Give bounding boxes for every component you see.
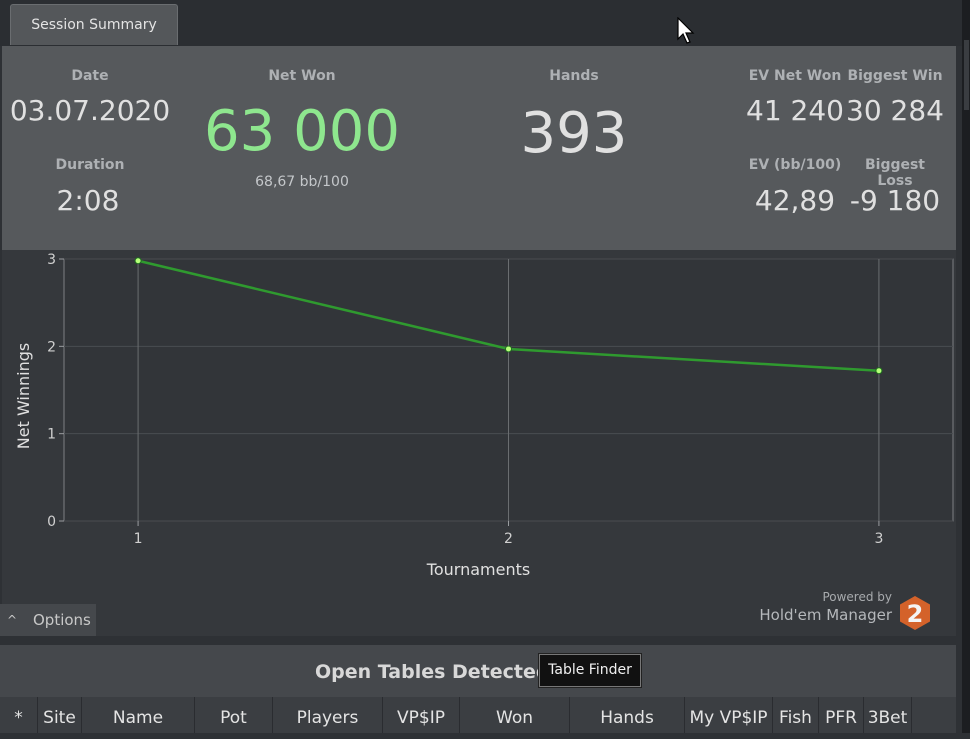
powered-by-text: Powered by (822, 590, 892, 604)
column-header-3[interactable]: Pot (195, 697, 273, 733)
column-header-6[interactable]: Won (460, 697, 570, 733)
tab-session-summary[interactable]: Session Summary (10, 4, 178, 45)
y-tick-label-0: 0 (47, 514, 56, 530)
y-tick-label-3: 3 (47, 252, 56, 268)
ev-bb100-label: EV (bb/100) (748, 157, 842, 173)
date-label: Date (71, 68, 109, 84)
scrollbar-thumb[interactable] (964, 40, 969, 110)
column-header-11[interactable]: 3Bet (864, 697, 912, 733)
y-tick-label-1: 1 (47, 427, 56, 443)
x-tick-label-2: 3 (874, 531, 883, 547)
column-header-4[interactable]: Players (273, 697, 383, 733)
ev-bb100-value: 42,89 (754, 184, 836, 217)
chart-panel: 0 1 2 3 1 2 3 Tournaments Net Winnings (2, 250, 956, 636)
biggest-win-label: Biggest Win (847, 68, 943, 84)
data-point-2 (875, 367, 883, 375)
hm2-logo-icon: 2 (900, 596, 930, 630)
x-axis-label: Tournaments (426, 560, 530, 579)
ev-net-won-value: 41 240 (746, 94, 844, 127)
product-name: Hold'em Manager (759, 606, 892, 624)
y-axis-label: Net Winnings (14, 343, 33, 449)
data-point-0 (134, 257, 142, 265)
column-header-8[interactable]: My VP$IP (685, 697, 773, 733)
column-header-0[interactable]: * (0, 697, 38, 733)
biggest-win-value: 30 284 (846, 94, 944, 127)
options-toggle[interactable]: ^ Options (0, 604, 96, 636)
mouse-cursor-icon (677, 17, 695, 44)
duration-label: Duration (55, 157, 125, 173)
open-tables-title: Open Tables Detected (315, 661, 550, 683)
column-header-7[interactable]: Hands (570, 697, 685, 733)
column-header-2[interactable]: Name (82, 697, 195, 733)
bb100-value: 68,67 bb/100 (255, 174, 349, 190)
x-tick-label-0: 1 (134, 531, 143, 547)
duration-value: 2:08 (56, 184, 120, 217)
tables-column-header: * Site Name Pot Players VP$IP Won Hands My VP$IP… (0, 697, 956, 733)
column-header-1[interactable]: Site (38, 697, 82, 733)
table-finder-button[interactable]: Table Finder (538, 653, 642, 688)
net-winnings-chart: 0 1 2 3 1 2 3 Tournaments Net Winnings (14, 252, 954, 579)
net-won-label: Net Won (268, 68, 336, 84)
net-won-value: 63 000 (204, 99, 400, 164)
logo-number: 2 (907, 600, 924, 628)
ev-net-won-label: EV Net Won (748, 68, 842, 84)
hands-value: 393 (520, 101, 628, 166)
y-tick-label-2: 2 (47, 339, 56, 355)
chevron-up-icon: ^ (7, 613, 18, 627)
data-point-1 (505, 345, 512, 353)
session-summary-panel: Date 03.07.2020 Duration 2:08 Net Won 63… (2, 46, 956, 250)
hands-label: Hands (549, 68, 599, 84)
open-tables-header: Open Tables Detected Table Finder (0, 645, 956, 697)
column-header-5[interactable]: VP$IP (383, 697, 460, 733)
column-header-9[interactable]: Fish (773, 697, 819, 733)
window-edge-scrollbar[interactable] (962, 0, 970, 733)
options-label: Options (33, 611, 91, 629)
biggest-loss-value: -9 180 (849, 184, 941, 217)
tab-bar: Session Summary (0, 0, 962, 46)
x-tick-label-1: 2 (504, 531, 513, 547)
date-value: 03.07.2020 (9, 94, 171, 127)
column-header-10[interactable]: PFR (819, 697, 864, 733)
